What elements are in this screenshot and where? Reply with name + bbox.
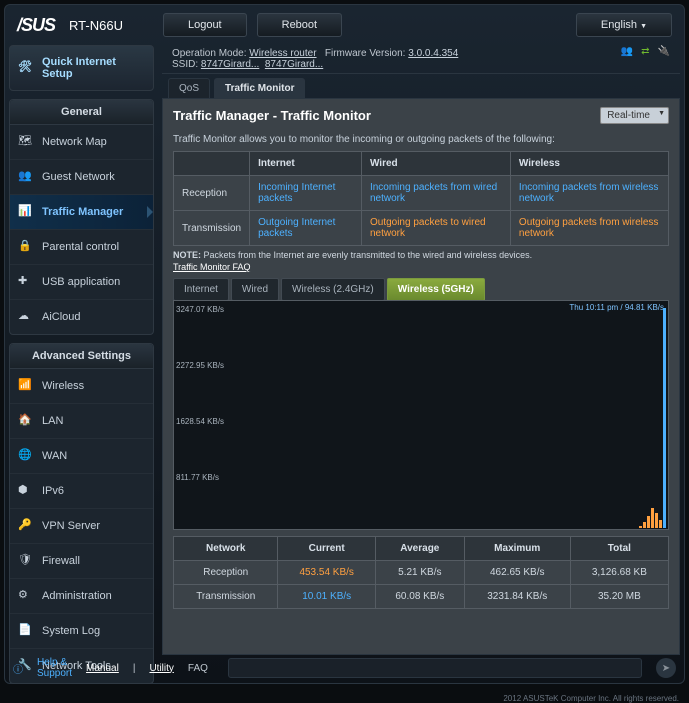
link-outgoing-wired[interactable]: Outgoing packets to wired network	[370, 217, 486, 239]
status-icons: 👥 ⇄ 🔌	[621, 46, 670, 57]
top-bar: /SUS RT-N66U Logout Reboot English ▼	[9, 9, 680, 41]
faq-label: FAQ	[188, 663, 208, 674]
search-input[interactable]	[228, 658, 642, 678]
tab2-internet[interactable]: Internet	[173, 278, 229, 301]
logout-button[interactable]: Logout	[163, 13, 247, 37]
op-mode-link[interactable]: Wireless router	[249, 48, 316, 59]
note-text: NOTE: NOTE: Packets from the Internet ar…	[173, 250, 669, 260]
traffic-icon: 📊	[18, 204, 34, 220]
content-panel: Traffic Manager - Traffic Monitor Real-t…	[162, 98, 680, 655]
nav-usb-application[interactable]: ✚USB application	[10, 265, 153, 300]
ytick: 2272.95 KB/s	[176, 361, 224, 370]
tab-qos[interactable]: QoS	[168, 78, 210, 98]
table-row-transmission: Transmission Outgoing Internet packets O…	[174, 211, 669, 246]
nav-network-map[interactable]: 🗺Network Map	[10, 125, 153, 160]
link-outgoing-internet[interactable]: Outgoing Internet packets	[258, 217, 335, 239]
ytick: 811.77 KB/s	[176, 473, 219, 482]
link-incoming-wired[interactable]: Incoming packets from wired network	[370, 182, 497, 204]
quick-internet-setup[interactable]: 🛠 Quick Internet Setup	[9, 45, 154, 91]
admin-icon: ⚙	[18, 588, 34, 604]
traffic-chart[interactable]: Thu 10:11 pm / 94.81 KB/s 3247.07 KB/s 2…	[173, 300, 669, 530]
nav-parental-control[interactable]: 🔒Parental control	[10, 230, 153, 265]
nav-traffic-manager[interactable]: 📊Traffic Manager	[10, 195, 153, 230]
lock-icon: 🔒	[18, 239, 34, 255]
stats-table: Network Current Average Maximum Total Re…	[173, 536, 669, 609]
link-icon[interactable]: ⇄	[641, 46, 649, 57]
sub-tabs: QoS Traffic Monitor	[168, 78, 680, 98]
log-icon: 📄	[18, 623, 34, 639]
footer: ⓘ Help &Support Manual | Utility FAQ ➤	[13, 657, 676, 679]
guest-icon: 👥	[18, 169, 34, 185]
lan-icon: 🏠	[18, 413, 34, 429]
manual-link[interactable]: Manual	[86, 663, 119, 674]
nav-ipv6[interactable]: ⬢IPv6	[10, 474, 153, 509]
info-bar: 👥 ⇄ 🔌 Operation Mode: Wireless router Fi…	[162, 45, 680, 74]
wizard-icon: 🛠	[18, 60, 34, 76]
nav-vpn-server[interactable]: 🔑VPN Server	[10, 509, 153, 544]
reboot-button[interactable]: Reboot	[257, 13, 342, 37]
help-support-label: Help &Support	[37, 657, 72, 679]
usb-icon: ✚	[18, 274, 34, 290]
section-header-advanced: Advanced Settings	[10, 344, 153, 369]
nav-guest-network[interactable]: 👥Guest Network	[10, 160, 153, 195]
firmware-link[interactable]: 3.0.0.4.354	[408, 48, 458, 59]
mode-select[interactable]: Real-time	[600, 107, 669, 124]
brand-logo: /SUS	[17, 15, 55, 36]
tab2-wireless-5[interactable]: Wireless (5GHz)	[387, 278, 485, 301]
link-outgoing-wireless[interactable]: Outgoing packets from wireless network	[519, 217, 659, 239]
description: Traffic Monitor allows you to monitor th…	[173, 134, 669, 145]
firewall-icon: 🛡	[18, 553, 34, 569]
cloud-icon: ☁	[18, 309, 34, 325]
nav-aicloud[interactable]: ☁AiCloud	[10, 300, 153, 334]
page-title: Traffic Manager - Traffic Monitor	[173, 108, 371, 123]
general-section: General 🗺Network Map 👥Guest Network 📊Tra…	[9, 99, 154, 335]
traffic-monitor-faq-link[interactable]: Traffic Monitor FAQ	[173, 262, 669, 272]
network-map-icon: 🗺	[18, 134, 34, 150]
packets-table: InternetWiredWireless Reception Incoming…	[173, 151, 669, 246]
model-label: RT-N66U	[69, 18, 123, 33]
search-go-button[interactable]: ➤	[656, 658, 676, 678]
table-row-reception: Reception Incoming Internet packets Inco…	[174, 176, 669, 211]
nav-wan[interactable]: 🌐WAN	[10, 439, 153, 474]
ipv6-icon: ⬢	[18, 483, 34, 499]
vpn-icon: 🔑	[18, 518, 34, 534]
main-area: 👥 ⇄ 🔌 Operation Mode: Wireless router Fi…	[162, 45, 680, 655]
help-icon: ⓘ	[13, 661, 23, 676]
nav-lan[interactable]: 🏠LAN	[10, 404, 153, 439]
stats-row-transmission: Transmission 10.01 KB/s 60.08 KB/s 3231.…	[174, 585, 669, 609]
nav-firewall[interactable]: 🛡Firewall	[10, 544, 153, 579]
link-incoming-internet[interactable]: Incoming Internet packets	[258, 182, 335, 204]
sidebar: 🛠 Quick Internet Setup General 🗺Network …	[9, 45, 154, 655]
usb-status-icon[interactable]: 🔌	[658, 46, 670, 57]
link-incoming-wireless[interactable]: Incoming packets from wireless network	[519, 182, 659, 204]
tab2-wired[interactable]: Wired	[231, 278, 279, 301]
tab-traffic-monitor[interactable]: Traffic Monitor	[214, 78, 305, 98]
wifi-icon: 📶	[18, 378, 34, 394]
tab2-wireless-24[interactable]: Wireless (2.4GHz)	[281, 278, 385, 301]
ytick: 3247.07 KB/s	[176, 305, 224, 314]
stats-row-reception: Reception 453.54 KB/s 5.21 KB/s 462.65 K…	[174, 561, 669, 585]
ytick: 1628.54 KB/s	[176, 417, 224, 426]
wan-icon: 🌐	[18, 448, 34, 464]
nav-wireless[interactable]: 📶Wireless	[10, 369, 153, 404]
nav-administration[interactable]: ⚙Administration	[10, 579, 153, 614]
section-header-general: General	[10, 100, 153, 125]
utility-link[interactable]: Utility	[149, 663, 173, 674]
language-select[interactable]: English ▼	[576, 13, 672, 37]
ssid2-link[interactable]: 8747Girard...	[265, 59, 323, 70]
interface-tabs: Internet Wired Wireless (2.4GHz) Wireles…	[173, 278, 669, 301]
chart-bars	[639, 308, 666, 528]
ssid1-link[interactable]: 8747Girard...	[201, 59, 259, 70]
nav-system-log[interactable]: 📄System Log	[10, 614, 153, 649]
copyright: 2012 ASUSTeK Computer Inc. All rights re…	[503, 694, 679, 703]
advanced-section: Advanced Settings 📶Wireless 🏠LAN 🌐WAN ⬢I…	[9, 343, 154, 684]
users-icon[interactable]: 👥	[621, 46, 633, 57]
